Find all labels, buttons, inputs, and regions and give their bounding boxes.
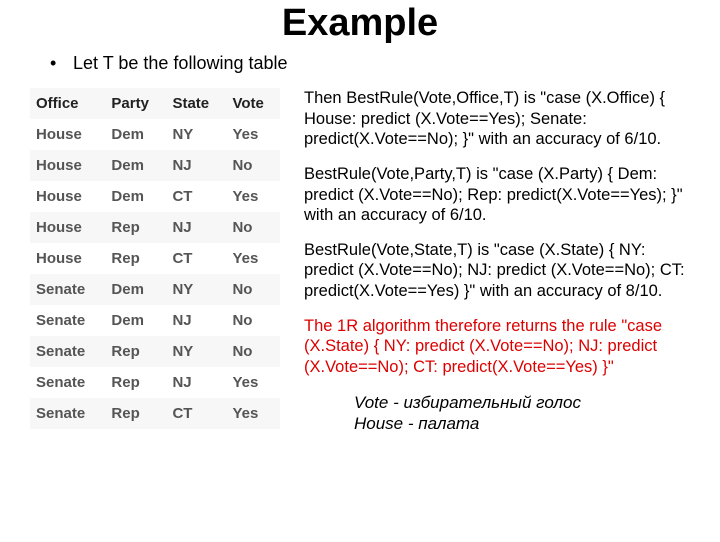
paragraph-result: The 1R algorithm therefore returns the r… [304, 316, 690, 378]
gloss-house: House - палата [354, 413, 690, 434]
col-vote: Vote [226, 88, 280, 119]
table-row: HouseRepCTYes [30, 243, 280, 274]
paragraph-party: BestRule(Vote,Party,T) is "case (X.Party… [304, 164, 690, 226]
glossary: Vote - избирательный голос House - палат… [354, 392, 690, 435]
table-row: SenateRepNYNo [30, 336, 280, 367]
table-row: HouseDemCTYes [30, 181, 280, 212]
bullet-icon: • [50, 53, 68, 74]
col-party: Party [105, 88, 166, 119]
table-row: SenateDemNYNo [30, 274, 280, 305]
col-office: Office [30, 88, 105, 119]
table-row: SenateRepCTYes [30, 398, 280, 429]
table-header-row: Office Party State Vote [30, 88, 280, 119]
data-table: Office Party State Vote HouseDemNYYes Ho… [30, 88, 280, 429]
gloss-vote: Vote - избирательный голос [354, 392, 690, 413]
explanation: Then BestRule(Vote,Office,T) is "case (X… [280, 88, 690, 434]
table-row: HouseDemNYYes [30, 119, 280, 150]
table-row: HouseRepNJNo [30, 212, 280, 243]
content-area: Office Party State Vote HouseDemNYYes Ho… [30, 88, 690, 434]
slide: Example • Let T be the following table O… [0, 2, 720, 542]
intro-text: Let T be the following table [73, 53, 288, 73]
paragraph-state: BestRule(Vote,State,T) is "case (X.State… [304, 240, 690, 302]
table-container: Office Party State Vote HouseDemNYYes Ho… [30, 88, 280, 434]
col-state: State [166, 88, 226, 119]
table-row: SenateRepNJYes [30, 367, 280, 398]
slide-title: Example [30, 2, 690, 45]
table-row: SenateDemNJNo [30, 305, 280, 336]
paragraph-office: Then BestRule(Vote,Office,T) is "case (X… [304, 88, 690, 150]
table-row: HouseDemNJNo [30, 150, 280, 181]
intro-line: • Let T be the following table [50, 53, 690, 74]
